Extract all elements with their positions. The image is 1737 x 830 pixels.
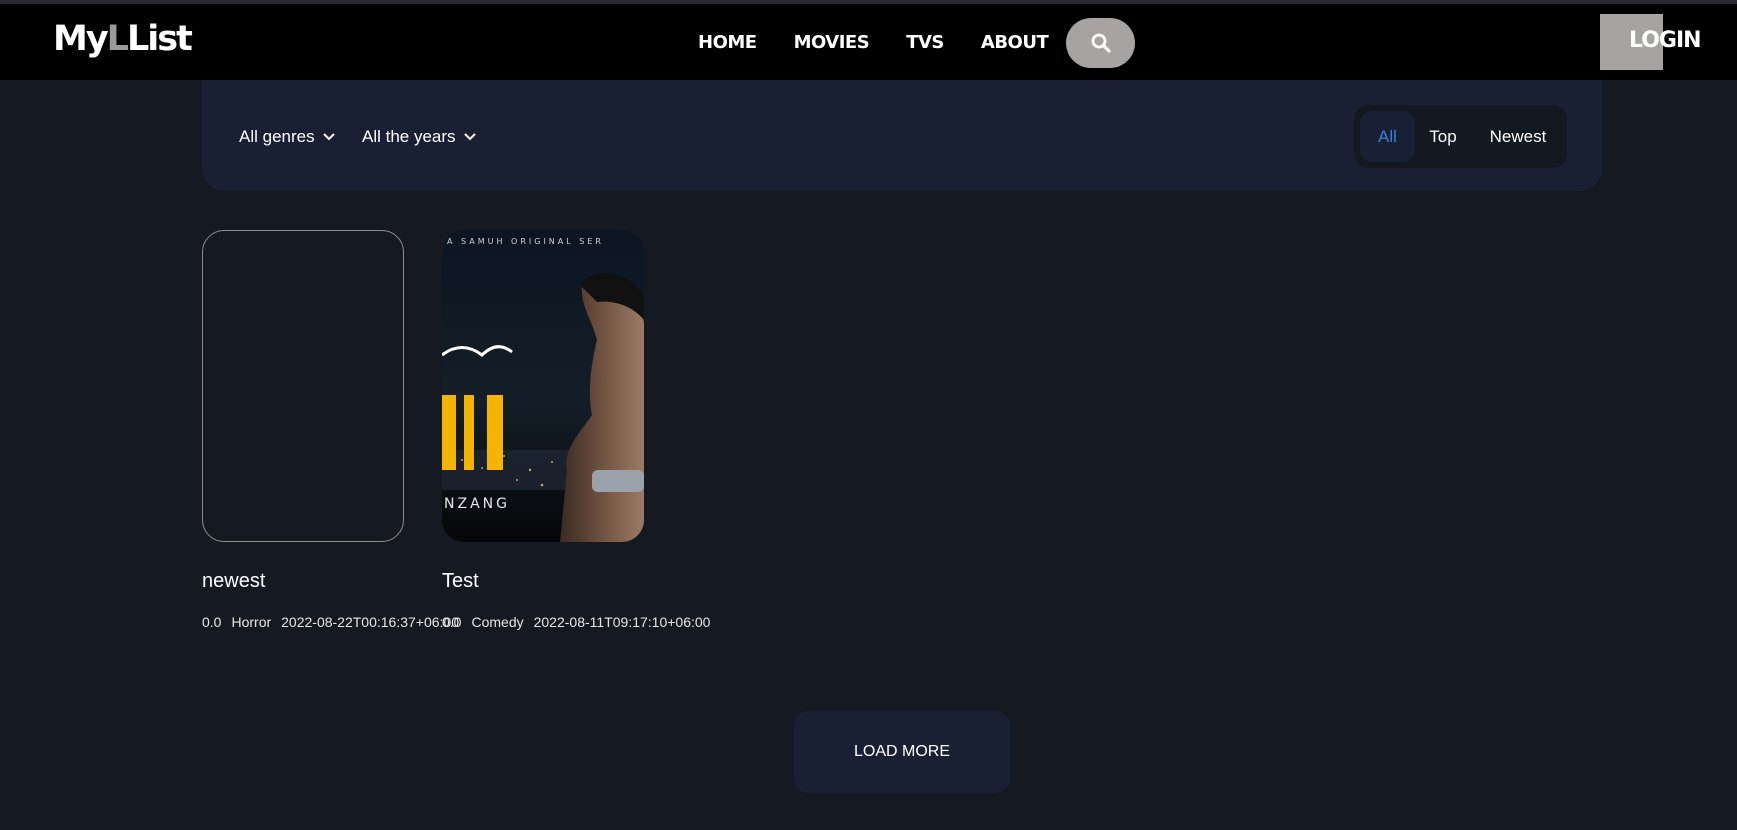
movie-card[interactable]: newest 0.0 Horror 2022-08-22T00:16:37+06:0… <box>202 230 459 630</box>
movie-title[interactable]: Test <box>442 570 479 593</box>
logo-text-part2: List <box>126 19 193 59</box>
genres-dropdown-label: All genres <box>239 127 315 146</box>
logo-text-part1: My <box>53 19 109 59</box>
nav-tvs-link[interactable]: TVS <box>906 32 944 53</box>
tab-newest[interactable]: Newest <box>1478 111 1558 162</box>
movie-rating: 0.0 <box>202 614 222 630</box>
chevron-down-icon <box>463 132 476 140</box>
main-nav: HOME MOVIES TVS ABOUT <box>698 4 1085 80</box>
poster-bottom-text: NZANG <box>444 496 510 512</box>
movie-card[interactable]: A SAMUH ORIGINAL SER NZANG Test 0.0 Comed… <box>442 230 710 630</box>
login-button[interactable]: LOGIN <box>1629 30 1702 52</box>
tab-all[interactable]: All <box>1360 111 1415 162</box>
nav-about-link[interactable]: ABOUT <box>981 32 1049 53</box>
nav-movies-link[interactable]: MOVIES <box>794 32 870 53</box>
movie-genre: Horror <box>231 614 272 630</box>
movie-date: 2022-08-22T00:16:37+06:00 <box>281 614 460 630</box>
top-navbar: MyLList HOME MOVIES TVS ABOUT LOGIN <box>0 4 1737 80</box>
movie-genre: Comedy <box>471 614 524 630</box>
poster-top-text: A SAMUH ORIGINAL SER <box>447 237 604 246</box>
logo-text-accent: L <box>106 19 129 59</box>
years-dropdown[interactable]: All the years <box>362 128 476 145</box>
movie-poster[interactable]: A SAMUH ORIGINAL SER NZANG <box>442 230 644 542</box>
nav-home-link[interactable]: HOME <box>698 32 757 53</box>
movie-meta: 0.0 Comedy 2022-08-11T09:17:10+06:00 <box>442 614 720 630</box>
search-icon <box>1091 33 1111 53</box>
poster-placeholder <box>203 231 403 541</box>
search-button[interactable] <box>1066 18 1135 68</box>
sort-tabs: All Top Newest <box>1354 105 1567 168</box>
movie-date: 2022-08-11T09:17:10+06:00 <box>533 614 711 630</box>
movie-meta: 0.0 Horror 2022-08-22T00:16:37+06:00 <box>202 614 469 630</box>
poster-artwork: A SAMUH ORIGINAL SER NZANG <box>442 230 644 542</box>
years-dropdown-label: All the years <box>362 127 456 146</box>
tab-top[interactable]: Top <box>1418 111 1468 162</box>
site-logo[interactable]: MyLList <box>53 19 193 59</box>
load-more-button[interactable]: LOAD MORE <box>794 711 1010 793</box>
genres-dropdown[interactable]: All genres <box>239 128 335 145</box>
movie-rating: 0.0 <box>442 614 462 630</box>
chevron-down-icon <box>322 132 335 140</box>
filter-bar: All genres All the years All Top Newest <box>202 80 1602 191</box>
movie-title[interactable]: newest <box>202 570 265 593</box>
movie-poster-empty[interactable] <box>202 230 404 542</box>
